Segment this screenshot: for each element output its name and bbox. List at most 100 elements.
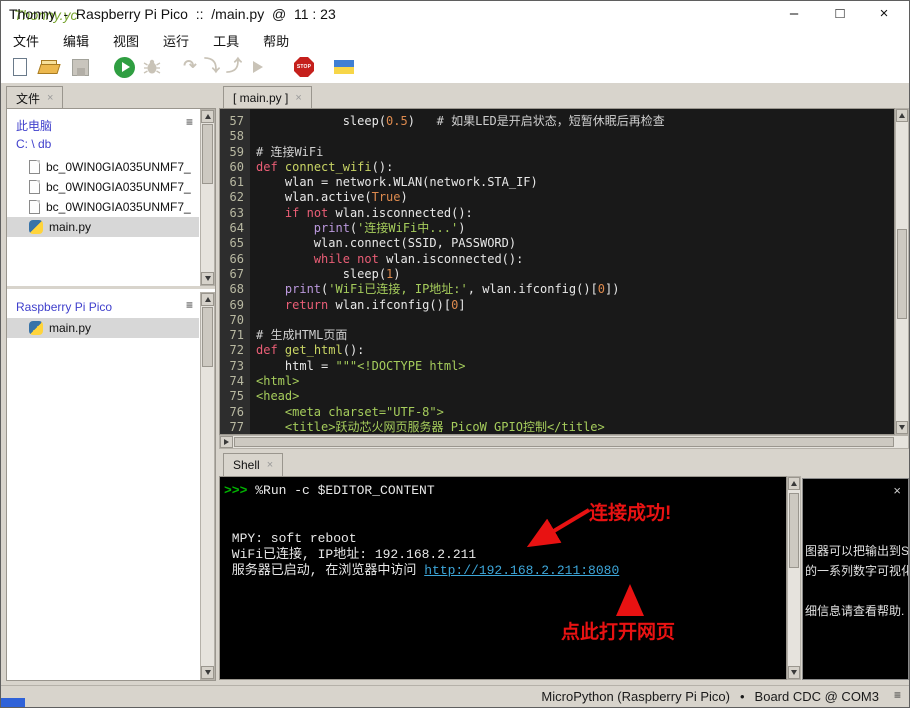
line-number: 67 bbox=[229, 266, 244, 281]
editor-tab-close-icon[interactable]: × bbox=[295, 92, 301, 104]
line-number: 76 bbox=[229, 404, 244, 419]
scrollbar-thumb[interactable] bbox=[202, 307, 213, 367]
status-menu-icon[interactable]: ≡ bbox=[894, 688, 901, 702]
code-editor[interactable]: 57 58 59 60 61 62 63 64 65 66 67 68 69 70 71 72 73 74 75 76… bbox=[219, 108, 895, 435]
document-file-icon bbox=[29, 180, 40, 194]
shell-url-link[interactable]: http://192.168.2.211:8080 bbox=[424, 563, 619, 578]
menu-bar: 文件 编辑 视图 运行 工具 帮助 bbox=[1, 29, 909, 51]
line-number: 69 bbox=[229, 297, 244, 312]
scrollbar-thumb[interactable] bbox=[202, 124, 213, 184]
scrollbar-thumb[interactable] bbox=[234, 437, 894, 447]
file-row-main.py[interactable]: main.py bbox=[7, 217, 199, 237]
editor-vertical-scrollbar[interactable] bbox=[895, 108, 909, 435]
save-floppy-icon bbox=[71, 58, 89, 76]
status-port: Board CDC @ COM3 bbox=[754, 689, 879, 704]
editor-tab-main-py[interactable]: [ main.py ] × bbox=[223, 86, 312, 109]
current-path: C: \ db bbox=[16, 137, 52, 151]
code-line-57: sleep(0.5) # 如果LED是开启状态，短暂休眠后再检查 bbox=[256, 114, 665, 128]
menu-item-文件[interactable]: 文件 bbox=[1, 29, 51, 52]
file-label: bc_0WIN0GIA035UNMF7_ bbox=[46, 160, 191, 174]
shell-output[interactable]: >>> %Run -c $EDITOR_CONTENT MPY: soft re… bbox=[219, 476, 787, 680]
code-line-68: print('WiFi已连接, IP地址:', wlan.ifconfig()[… bbox=[284, 282, 620, 297]
code-line-59: # 连接WiFi bbox=[256, 144, 324, 159]
files-tab-close-icon[interactable]: × bbox=[47, 92, 53, 104]
code-line-63: if not wlan.isconnected(): bbox=[284, 205, 473, 220]
scroll-down-button[interactable] bbox=[201, 272, 214, 285]
step-out-button[interactable]: ⤴ bbox=[223, 56, 245, 78]
menu-item-视图[interactable]: 视图 bbox=[101, 29, 151, 52]
step-over-button[interactable]: ↷ bbox=[179, 56, 201, 78]
shell-line-1 bbox=[224, 499, 786, 515]
code-line-64: print('连接WiFi中...') bbox=[313, 221, 466, 236]
menu-item-工具[interactable]: 工具 bbox=[201, 29, 251, 52]
shell-tab[interactable]: Shell × bbox=[223, 453, 284, 476]
line-number: 71 bbox=[229, 328, 244, 343]
pico-files-header: Raspberry Pi Pico bbox=[16, 300, 113, 314]
code-line-66: while not wlan.isconnected(): bbox=[313, 251, 524, 266]
line-number: 57 bbox=[229, 114, 244, 128]
file-row-main.py[interactable]: main.py bbox=[7, 318, 199, 338]
code-line-75: <head> bbox=[256, 389, 300, 404]
menu-item-帮助[interactable]: 帮助 bbox=[251, 29, 301, 52]
title-bar: Thonny.yc Thonny - Raspberry Pi Pico :: … bbox=[1, 1, 909, 29]
menu-item-编辑[interactable]: 编辑 bbox=[51, 29, 101, 52]
code-line-60: def connect_wifi(): bbox=[256, 159, 394, 174]
shell-tab-close-icon[interactable]: × bbox=[267, 459, 273, 471]
section-menu-icon[interactable]: ≡ bbox=[186, 115, 193, 129]
scroll-up-button[interactable] bbox=[201, 293, 214, 306]
save-file-button[interactable] bbox=[69, 56, 91, 78]
bottom-left-blue-fragment bbox=[1, 698, 25, 707]
menu-item-运行[interactable]: 运行 bbox=[151, 29, 201, 52]
files-tab[interactable]: 文件 × bbox=[6, 86, 64, 109]
file-row-bc_0WIN0GIA035UNMF7_[interactable]: bc_0WIN0GIA035UNMF7_ bbox=[7, 197, 199, 217]
code-area[interactable]: sleep(0.5) # 如果LED是开启状态，短暂休眠后再检查 # 连接WiFi… bbox=[250, 109, 894, 434]
code-line-65: wlan.connect(SSID, PASSWORD) bbox=[256, 236, 517, 251]
line-number: 62 bbox=[229, 190, 244, 205]
new-file-button[interactable] bbox=[9, 56, 31, 78]
ukraine-flag-button[interactable] bbox=[333, 56, 355, 78]
new-file-icon bbox=[13, 58, 27, 76]
shell-vertical-scrollbar[interactable] bbox=[787, 476, 801, 680]
step-into-button[interactable]: ⤵ bbox=[201, 56, 223, 78]
python-file-icon bbox=[29, 321, 43, 335]
local-files-section: 此电脑 ≡ C: \ db bc_0WIN0GIA035UNMF7_ bc_0WI… bbox=[7, 109, 215, 289]
status-bar: MicroPython (Raspberry Pi Pico) • Board … bbox=[1, 685, 909, 707]
code-line-62: wlan.active(True) bbox=[256, 190, 408, 205]
stop-restart-button[interactable]: STOP bbox=[293, 56, 315, 78]
scroll-up-button[interactable] bbox=[788, 477, 800, 490]
code-line-69: return wlan.ifconfig()[0] bbox=[284, 297, 466, 312]
pico-files-section: Raspberry Pi Pico ≡ main.py bbox=[7, 292, 215, 680]
minimize-button[interactable]: – bbox=[777, 1, 811, 27]
scroll-down-button[interactable] bbox=[788, 666, 800, 679]
run-play-icon bbox=[113, 56, 135, 78]
scroll-down-button[interactable] bbox=[201, 666, 214, 679]
files-scrollbar[interactable] bbox=[200, 109, 215, 286]
scroll-up-button[interactable] bbox=[896, 109, 908, 122]
resume-button[interactable] bbox=[247, 56, 269, 78]
python-file-icon bbox=[29, 220, 43, 234]
file-label: main.py bbox=[49, 321, 92, 335]
plotter-close-icon[interactable]: × bbox=[893, 483, 901, 498]
open-file-button[interactable] bbox=[37, 56, 61, 78]
files-scrollbar[interactable] bbox=[200, 292, 215, 680]
files-panel: 此电脑 ≡ C: \ db bc_0WIN0GIA035UNMF7_ bc_0WI… bbox=[6, 108, 216, 681]
file-row-bc_0WIN0GIA035UNMF7_[interactable]: bc_0WIN0GIA035UNMF7_ bbox=[7, 157, 199, 177]
line-number: 64 bbox=[229, 221, 244, 236]
maximize-button[interactable]: □ bbox=[823, 1, 857, 27]
scrollbar-thumb[interactable] bbox=[789, 493, 799, 568]
local-files-header: 此电脑 bbox=[16, 119, 53, 133]
scrollbar-thumb[interactable] bbox=[897, 229, 907, 319]
debug-button[interactable] bbox=[141, 56, 163, 78]
file-row-bc_0WIN0GIA035UNMF7_[interactable]: bc_0WIN0GIA035UNMF7_ bbox=[7, 177, 199, 197]
scroll-right-button[interactable] bbox=[220, 436, 233, 448]
editor-horizontal-scrollbar[interactable] bbox=[219, 435, 909, 449]
line-number: 65 bbox=[229, 236, 244, 251]
section-menu-icon[interactable]: ≡ bbox=[186, 298, 193, 312]
plotter-text-line: 细信息请查看帮助. bbox=[805, 604, 905, 618]
scroll-down-button[interactable] bbox=[896, 421, 908, 434]
run-button[interactable] bbox=[113, 56, 135, 78]
line-number: 75 bbox=[229, 389, 244, 404]
close-button[interactable]: × bbox=[867, 1, 901, 27]
scroll-up-button[interactable] bbox=[201, 110, 214, 123]
